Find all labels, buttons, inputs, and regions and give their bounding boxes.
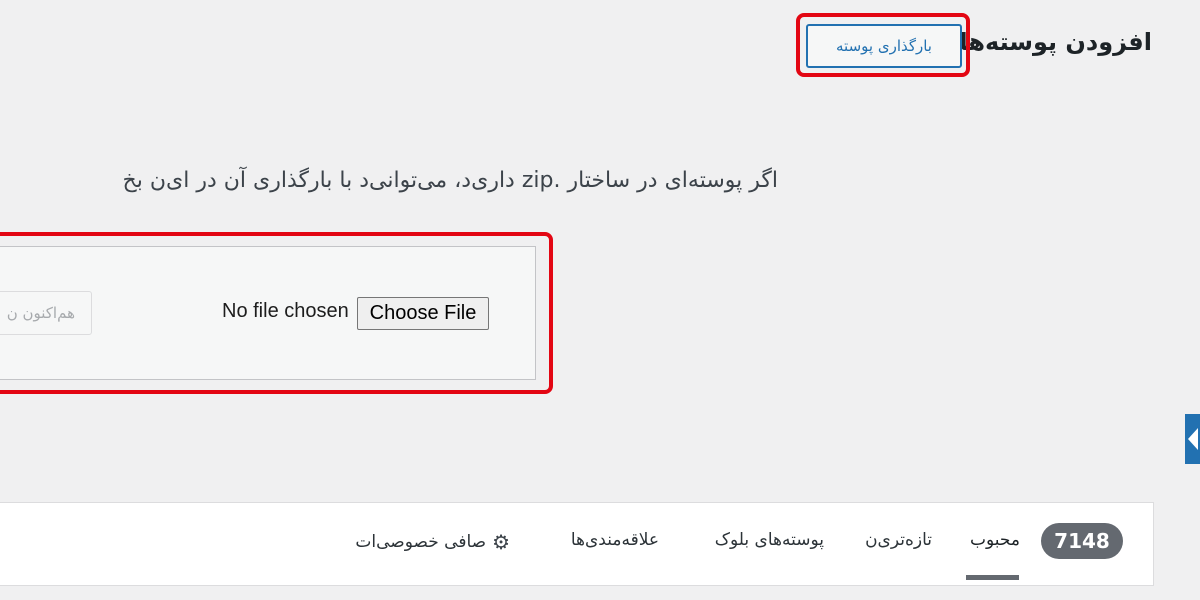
gear-icon: ⚙ [492,530,510,554]
active-tab-indicator [966,575,1019,580]
feature-filter-link[interactable]: ⚙صافی خصوصی‌ات [355,530,510,554]
tab-favorites[interactable]: علاقه‌مندی‌ها [571,530,659,550]
theme-install-page: افزودن پوسته‌ها بارگذاری پوسته اگر پوسته… [0,0,1200,600]
tab-latest[interactable]: تازه‌تری‌ن [865,530,932,550]
highlight-box-upload-button [796,13,970,77]
tab-featured[interactable]: محبوب [970,530,1020,550]
tab-block-themes[interactable]: پوسته‌های بلوک [715,530,824,550]
page-title: افزودن پوسته‌ها [959,28,1152,56]
theme-count-badge: 7148 [1041,523,1123,559]
highlight-box-upload-form [0,232,553,394]
upload-description: اگر پوسته‌ای در ساختار .zip داری‌د، می‌ت… [122,168,778,193]
feature-filter-label: صافی خصوصی‌ات [355,532,487,552]
arrow-left-icon [1188,428,1198,450]
